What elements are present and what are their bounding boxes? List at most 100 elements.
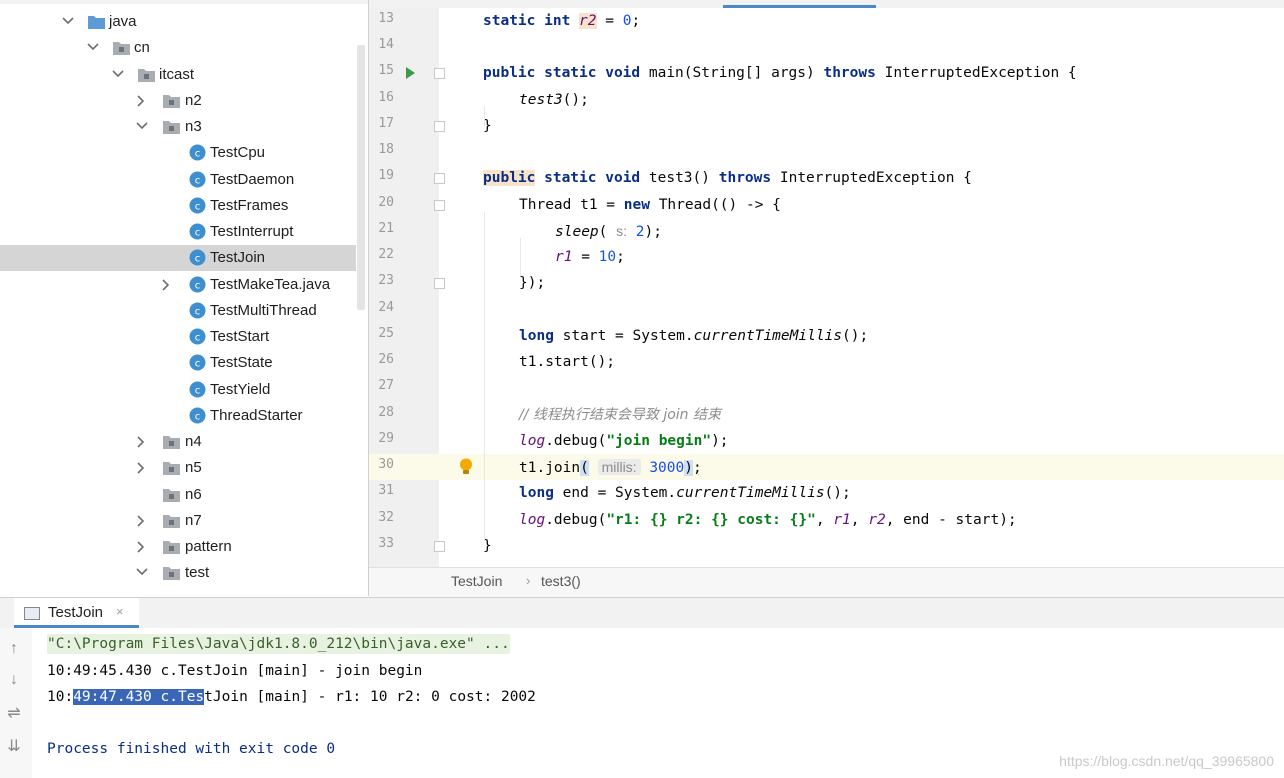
chevron-down-icon[interactable] [136,564,150,580]
package-icon [163,121,180,134]
fold-marker-icon[interactable] [434,278,445,289]
tree-scrollbar[interactable] [357,45,365,310]
breadcrumb-class[interactable]: TestJoin [451,573,502,589]
code-text: t1.start(); [519,354,616,370]
chevron-right-icon[interactable] [136,92,150,108]
chevron-right-icon[interactable] [136,459,150,475]
tree-item-testmaketea[interactable]: c TestMakeTea.java [0,272,356,298]
line-number: 20 [378,195,394,210]
chevron-down-icon[interactable] [112,66,126,82]
indent-guide [484,212,485,542]
java-class-icon: c [189,223,206,240]
tree-item-testjoin[interactable]: c TestJoin [0,245,356,271]
line-number: 21 [378,221,394,236]
code-line: 22 r1 = 10; [369,244,1284,270]
run-tab-label: TestJoin [48,604,104,621]
fold-marker-icon[interactable] [434,541,445,552]
run-gutter-icon[interactable] [406,67,415,79]
fold-marker-icon[interactable] [434,121,445,132]
line-number: 26 [378,352,394,367]
tree-item-teststart[interactable]: c TestStart [0,324,356,350]
code-line: 13 static int r2 = 0; [369,8,1284,34]
code-text: public static void main(String[] args) t… [483,65,1077,81]
watermark: https://blog.csdn.net/qq_39965800 [1059,753,1274,769]
up-arrow-icon[interactable]: ↑ [5,640,23,658]
tree-item-label: ThreadStarter [210,407,303,424]
chevron-right-icon[interactable] [161,276,175,292]
tree-item-cn[interactable]: cn [0,35,356,61]
console-command-line[interactable]: "C:\Program Files\Java\jdk1.8.0_212\bin\… [47,634,510,654]
source-folder-icon [88,16,105,29]
tree-item-n3[interactable]: n3 [0,114,356,140]
tree-item-label: TestMakeTea.java [210,276,331,293]
java-class-icon: c [189,381,206,398]
code-line: 16 test3(); [369,87,1284,113]
tree-item-n7[interactable]: n7 [0,508,356,534]
line-number: 19 [378,168,394,183]
code-comment: // 线程执行结束会导致 join 结束 [519,407,722,423]
soft-wrap-icon[interactable]: ⇌ [5,705,23,723]
svg-text:c: c [195,386,201,397]
line-number: 25 [378,326,394,341]
tree-item-n5[interactable]: n5 [0,455,356,481]
run-config-icon [24,607,40,620]
tree-item-label: TestFrames [210,197,289,214]
code-line: 19 public static void test3() throws Int… [369,165,1284,191]
code-line: 23 }); [369,270,1284,296]
tree-item-testyield[interactable]: c TestYield [0,377,356,403]
run-tab-testjoin[interactable]: TestJoin × [14,598,139,628]
svg-text:c: c [195,333,201,344]
svg-text:c: c [195,412,201,423]
tree-item-n4[interactable]: n4 [0,429,356,455]
tree-item-threadstarter[interactable]: c ThreadStarter [0,403,356,429]
code-line: 14 [369,34,1284,60]
lightbulb-icon[interactable] [459,458,473,476]
tree-item-label: n2 [185,92,202,109]
close-icon[interactable]: × [116,604,124,619]
line-number: 27 [378,378,394,393]
code-editor[interactable]: 13 static int r2 = 0; 14 15 public stati… [369,0,1284,567]
tree-item-n2[interactable]: n2 [0,88,356,114]
code-line: 32 log.debug("r1: {} r2: {} cost: {}", r… [369,507,1284,533]
tree-item-n6[interactable]: n6 [0,482,356,508]
tree-item-testframes[interactable]: c TestFrames [0,193,356,219]
tree-item-label: TestCpu [210,144,266,161]
tree-item-java[interactable]: java [0,9,356,35]
tree-item-test[interactable]: test [0,560,356,586]
chevron-right-icon[interactable] [136,512,150,528]
fold-marker-icon[interactable] [434,200,445,211]
svg-text:c: c [195,149,201,160]
run-toolbar: ↑ ↓ ⇌ ⇊ [0,628,32,778]
chevron-right-icon[interactable] [136,538,150,554]
tree-item-testdaemon[interactable]: c TestDaemon [0,167,356,193]
code-line: 24 [369,297,1284,323]
chevron-down-icon[interactable] [62,13,76,29]
line-number: 31 [378,483,394,498]
line-number: 17 [378,116,394,131]
code-text: public static void test3() throws Interr… [483,170,972,186]
svg-text:c: c [195,359,201,370]
package-icon [138,69,155,82]
tree-item-teststate[interactable]: c TestState [0,350,356,376]
scroll-to-end-icon[interactable]: ⇊ [5,738,23,756]
chevron-right-icon[interactable] [136,433,150,449]
tree-item-testmultithread[interactable]: c TestMultiThread [0,298,356,324]
fold-marker-icon[interactable] [434,68,445,79]
tree-item-testinterrupt[interactable]: c TestInterrupt [0,219,356,245]
line-number: 32 [378,510,394,525]
down-arrow-icon[interactable]: ↓ [5,671,23,689]
tree-item-pattern[interactable]: pattern [0,534,356,560]
tree-item-testcpu[interactable]: c TestCpu [0,140,356,166]
tree-item-label: TestMultiThread [210,302,317,319]
line-number: 28 [378,405,394,420]
line-number: 24 [378,300,394,315]
code-line: 15 public static void main(String[] args… [369,60,1284,86]
breadcrumb-method[interactable]: test3() [541,573,581,589]
fold-marker-icon[interactable] [434,173,445,184]
tree-item-label: cn [134,39,150,56]
chevron-down-icon[interactable] [87,39,101,55]
svg-text:c: c [195,281,201,292]
chevron-down-icon[interactable] [136,118,150,134]
tree-item-itcast[interactable]: itcast [0,62,356,88]
tree-item-label: TestInterrupt [210,223,294,240]
